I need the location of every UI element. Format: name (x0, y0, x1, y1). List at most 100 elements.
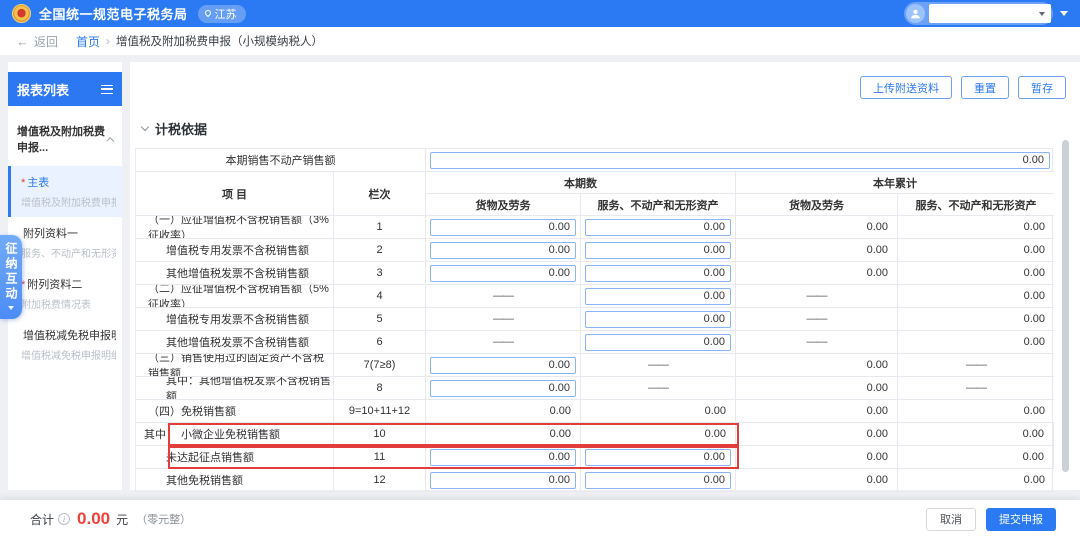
sidebar-item-main-form[interactable]: *主表 增值税及附加税费申报表 (8, 166, 122, 217)
cell-current-goods: 0.00 (426, 423, 581, 446)
amount-input[interactable] (585, 265, 731, 282)
amount-input[interactable] (585, 242, 731, 259)
header-current-period: 本期数 (426, 172, 736, 194)
user-account-select[interactable] (929, 4, 1051, 23)
cell-current-goods: —— (426, 331, 581, 354)
breadcrumb-current: 增值税及附加税费申报（小规模纳税人） (116, 33, 323, 49)
cell-current-services (581, 262, 736, 285)
cell-year-services: 0.00 (898, 423, 1054, 446)
table-row: 其他免税销售额 12 0.00 0.00 (136, 469, 1052, 492)
submit-declaration-button[interactable]: 提交申报 (986, 508, 1056, 531)
row-column-number: 12 (334, 469, 426, 492)
table-row: （一）应征增值税不含税销售额（3%征收率） 1 0.00 0.00 (136, 216, 1052, 239)
row-column-number: 2 (334, 239, 426, 262)
cell-year-goods: 0.00 (736, 446, 898, 469)
sidebar-item-subtitle: 增值税减免税申报明细表 (21, 347, 116, 362)
table-row: （三）销售使用过的固定资产不含税销售额 7(7≥8) —— 0.00 —— (136, 354, 1052, 377)
collapse-section-icon[interactable] (141, 123, 149, 131)
sidebar-item-subtitle: 服务、不动产和无形资产扣.. (21, 245, 116, 260)
save-draft-button[interactable]: 暂存 (1018, 76, 1066, 99)
cell-current-services (581, 331, 736, 354)
cell-current-goods: —— (426, 285, 581, 308)
interaction-floating-tab[interactable]: 征纳互动 (0, 235, 22, 319)
vertical-scrollbar[interactable] (1062, 140, 1069, 472)
info-icon[interactable]: i (58, 513, 70, 525)
cell-current-services (581, 239, 736, 262)
amount-input[interactable] (585, 311, 731, 328)
header-column-number: 栏次 (334, 172, 426, 216)
upload-attachments-button[interactable]: 上传附送资料 (860, 76, 952, 99)
report-list-sidebar: 报表列表 增值税及附加税费申报... *主表 增值税及附加税费申报表 附列资料一… (8, 62, 122, 490)
breadcrumb: ← 返回 首页 › 增值税及附加税费申报（小规模纳税人） (0, 27, 1080, 55)
amount-input[interactable] (430, 357, 576, 374)
cell-current-services (581, 469, 736, 492)
row-label: （一）应征增值税不含税销售额（3%征收率） (144, 216, 333, 239)
amount-input[interactable] (430, 449, 576, 466)
header-services-realestate: 服务、不动产和无形资产 (581, 194, 736, 216)
table-row: 其中：其他增值税发票不含税销售额 8 —— 0.00 —— (136, 377, 1052, 400)
sidebar-item-attachment-1[interactable]: 附列资料一 服务、不动产和无形资产扣.. (8, 217, 122, 268)
amount-input[interactable] (430, 380, 576, 397)
sidebar-item-attachment-2[interactable]: *附列资料二 附加税费情况表 (8, 268, 122, 319)
sidebar-item-subtitle: 增值税及附加税费申报表 (21, 194, 116, 209)
amount-input[interactable] (430, 265, 576, 282)
sidebar-group-vat-declaration[interactable]: 增值税及附加税费申报... (8, 106, 122, 166)
row-label: 其他增值税发票不含税销售额 (144, 265, 309, 281)
chevron-down-icon (1039, 12, 1045, 16)
cell-year-goods: 0.00 (736, 400, 898, 423)
amount-input[interactable] (430, 242, 576, 259)
cell-current-services (581, 308, 736, 331)
user-avatar-icon[interactable] (906, 4, 925, 23)
cell-current-goods (426, 377, 581, 400)
amount-input[interactable] (585, 449, 731, 466)
main-panel: 上传附送资料 重置 暂存 计税依据 本期销售不动产销售额 项 目 栏次 本期数 … (130, 62, 1080, 490)
cell-year-services: —— (898, 377, 1054, 400)
cell-current-goods (426, 262, 581, 285)
sidebar-item-tax-reduction[interactable]: 增值税减免税申报明... 增值税减免税申报明细表 (8, 319, 122, 370)
cell-current-services: —— (581, 377, 736, 400)
amount-input[interactable] (585, 472, 731, 489)
cell-current-goods (426, 469, 581, 492)
cell-year-goods: 0.00 (736, 262, 898, 285)
breadcrumb-home[interactable]: 首页 (76, 33, 100, 50)
cell-year-goods: —— (736, 285, 898, 308)
form-toolbar: 上传附送资料 重置 暂存 (860, 76, 1066, 99)
cell-year-services: 0.00 (898, 239, 1054, 262)
amount-input[interactable] (585, 219, 731, 236)
sidebar-group-label: 增值税及附加税费申报... (17, 123, 108, 155)
row-label: （二）应征增值税不含税销售额（5%征收率） (144, 285, 333, 308)
footer-bar: 合计 i 0.00 元 （零元整） 取消 提交申报 (0, 500, 1080, 538)
header-dropdown-icon[interactable] (1060, 11, 1068, 16)
table-body: （一）应征增值税不含税销售额（3%征收率） 1 0.00 0.00 增值税专用发… (136, 216, 1052, 492)
table-row: 其他增值税发票不含税销售额 6 —— —— 0.00 (136, 331, 1052, 354)
reset-button[interactable]: 重置 (961, 76, 1009, 99)
cell-year-services: 0.00 (898, 400, 1054, 423)
row-column-number: 1 (334, 216, 426, 239)
amount-input[interactable] (585, 288, 731, 305)
amount-input[interactable] (585, 334, 731, 351)
amount-input[interactable] (430, 219, 576, 236)
sidebar-title: 报表列表 (17, 80, 69, 99)
row-label: （三）销售使用过的固定资产不含税销售额 (144, 354, 333, 377)
back-arrow-icon: ← (16, 35, 29, 48)
row-item-cell: 其中： 小微企业免税销售额 (136, 423, 334, 446)
region-badge[interactable]: 江苏 (198, 5, 246, 23)
tax-basis-table: 本期销售不动产销售额 项 目 栏次 本期数 本年累计 货物及劳务 服务、不动产和… (135, 148, 1053, 492)
row-column-number: 11 (334, 446, 426, 469)
row-item-cell: （四）免税销售额 (136, 400, 334, 423)
property-sales-input[interactable] (430, 152, 1050, 169)
cancel-button[interactable]: 取消 (926, 508, 976, 531)
collapse-sidebar-icon[interactable] (101, 85, 113, 94)
app-header: 全国统一规范电子税务局 江苏 (0, 0, 1080, 27)
header-year-total: 本年累计 (736, 172, 1054, 194)
cell-year-services: 0.00 (898, 262, 1054, 285)
cell-year-services: 0.00 (898, 308, 1054, 331)
app-title: 全国统一规范电子税务局 (39, 4, 188, 23)
back-button[interactable]: ← 返回 (16, 33, 58, 50)
property-sales-row: 本期销售不动产销售额 (136, 149, 1052, 172)
amount-input[interactable] (430, 472, 576, 489)
total-amount: 0.00 (77, 509, 110, 529)
row-label: 其他增值税发票不含税销售额 (144, 334, 309, 350)
back-label: 返回 (34, 33, 58, 50)
row-label: 其他免税销售额 (144, 472, 243, 488)
